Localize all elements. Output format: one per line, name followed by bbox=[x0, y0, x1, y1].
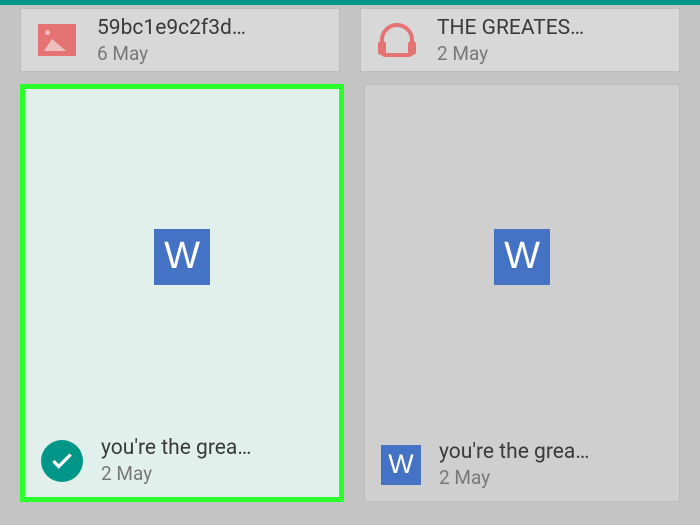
word-doc-icon: W bbox=[154, 229, 210, 285]
image-icon bbox=[37, 20, 77, 60]
file-title: you're the grea… bbox=[101, 436, 323, 460]
file-meta: THE GREATES… 2 May bbox=[437, 16, 663, 65]
file-card[interactable]: THE GREATES… 2 May bbox=[360, 8, 680, 72]
big-row: W you're the grea… 2 May W W you're the … bbox=[20, 84, 680, 502]
file-grid: 59bc1e9c2f3d… 6 May THE GREATES… 2 May W bbox=[0, 0, 700, 510]
file-meta: 59bc1e9c2f3d… 6 May bbox=[97, 16, 323, 65]
file-title: you're the grea… bbox=[439, 440, 663, 464]
file-date: 2 May bbox=[101, 462, 323, 485]
thumbnail-area: W bbox=[25, 89, 339, 424]
word-doc-icon: W bbox=[494, 229, 550, 285]
top-row: 59bc1e9c2f3d… 6 May THE GREATES… 2 May bbox=[20, 8, 680, 72]
file-footer: W you're the grea… 2 May bbox=[365, 428, 679, 501]
file-meta: you're the grea… 2 May bbox=[101, 436, 323, 485]
selected-check-icon[interactable] bbox=[41, 440, 83, 482]
file-card[interactable]: 59bc1e9c2f3d… 6 May bbox=[20, 8, 340, 72]
audio-icon bbox=[377, 20, 417, 60]
file-date: 6 May bbox=[97, 42, 323, 65]
file-title: THE GREATES… bbox=[437, 16, 663, 40]
file-meta: you're the grea… 2 May bbox=[439, 440, 663, 489]
file-date: 2 May bbox=[437, 42, 663, 65]
file-footer: you're the grea… 2 May bbox=[25, 424, 339, 497]
file-card[interactable]: W W you're the grea… 2 May bbox=[364, 84, 680, 502]
file-card-selected[interactable]: W you're the grea… 2 May bbox=[20, 84, 344, 502]
file-date: 2 May bbox=[439, 466, 663, 489]
word-doc-icon: W bbox=[381, 445, 421, 485]
status-bar bbox=[0, 0, 700, 5]
file-title: 59bc1e9c2f3d… bbox=[97, 16, 323, 40]
thumbnail-area: W bbox=[365, 85, 679, 428]
